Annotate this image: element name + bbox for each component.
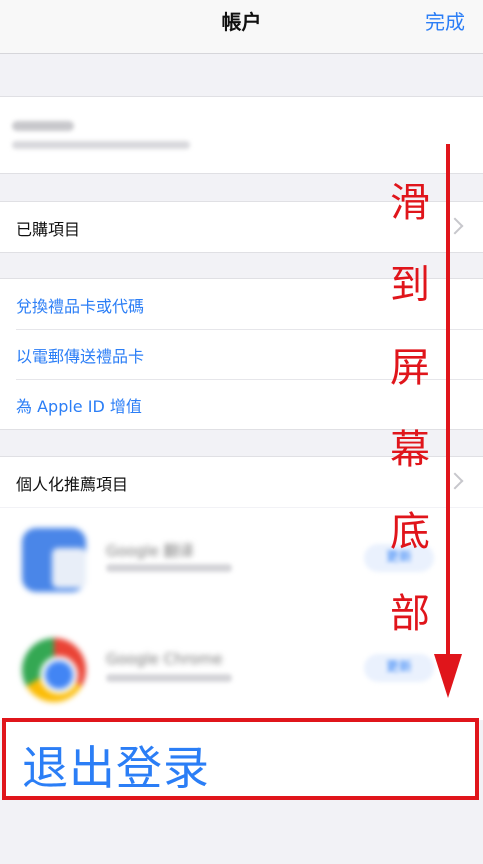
redeem-gift-card-label: 兌換禮品卡或代碼 [16, 297, 145, 316]
add-funds-label: 為 Apple ID 增值 [16, 397, 142, 416]
google-translate-icon [22, 528, 86, 592]
purchased-label: 已購項目 [16, 220, 81, 239]
app-name: Google Chrome [106, 650, 223, 668]
sign-out-button[interactable]: 退出登录 [2, 718, 479, 800]
page-title: 帳户 [221, 10, 262, 34]
scroll-down-arrow-icon [434, 144, 462, 698]
account-email-blurred [12, 141, 190, 149]
account-screen: 帳户 完成 已購項目 兌換禮品卡或代碼 以電郵傳送禮品卡 為 Apple ID … [0, 0, 483, 864]
sign-out-label: 退出登录 [22, 741, 210, 795]
arrow-head [434, 654, 462, 698]
account-name-blurred [12, 121, 74, 131]
personalized-label: 個人化推薦項目 [16, 475, 129, 494]
send-gift-card-label: 以電郵傳送禮品卡 [16, 347, 145, 366]
app-subtitle-blurred [106, 564, 232, 572]
app-update-button[interactable]: 更新 [364, 654, 434, 682]
account-info-cell[interactable] [0, 96, 483, 174]
navigation-bar: 帳户 完成 [0, 0, 483, 54]
done-button[interactable]: 完成 [425, 6, 465, 35]
google-chrome-icon [22, 638, 86, 702]
app-subtitle-blurred [106, 674, 232, 682]
app-name: Google 翻译 [106, 542, 194, 560]
